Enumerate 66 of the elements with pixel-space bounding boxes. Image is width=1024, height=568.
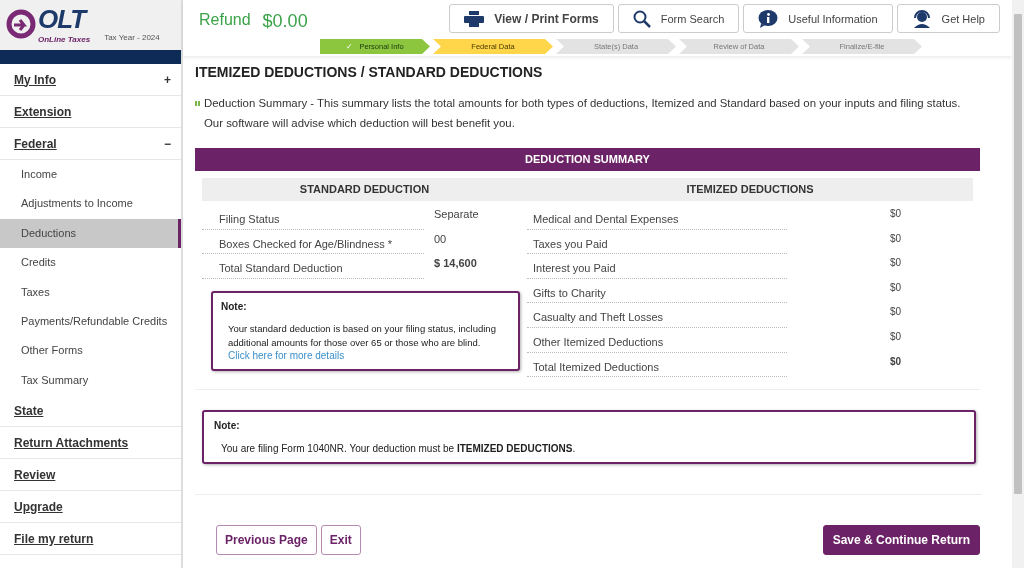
sidebar-section-link[interactable]: Upgrade <box>14 499 63 514</box>
sidebar-item[interactable]: Payments/Refundable Credits <box>0 306 181 337</box>
sidebar-section-link[interactable]: My Info <box>14 72 56 87</box>
toolbar-button[interactable]: Useful Information <box>743 4 893 33</box>
toggle-icon[interactable]: + <box>164 72 171 87</box>
sidebar-section-link[interactable]: File my return <box>14 531 94 546</box>
refund-label: Refund <box>199 11 251 30</box>
toolbar-button[interactable]: Form Search <box>617 4 740 33</box>
row-label: Interest you Paid <box>527 254 787 279</box>
refund-amount: $0.00 <box>262 11 308 32</box>
sidebar-item[interactable]: Taxes <box>0 277 181 307</box>
row-value: 00 <box>433 231 447 247</box>
row-value: $0 <box>889 305 902 320</box>
note-text: Your standard deduction is based on your filing status, including additional amounts for those over 65 or those who are blind. <box>228 321 497 350</box>
sidebar-section-link[interactable]: Extension <box>14 104 72 119</box>
row-label: Gifts to Charity <box>527 278 787 304</box>
row-value: Separate <box>433 207 479 222</box>
section-header-bar: DEDUCTION SUMMARY <box>195 148 980 171</box>
row-label: Total Itemized Deductions <box>527 352 787 378</box>
row-label: Total Standard Deduction <box>202 254 424 279</box>
toolbar-button[interactable]: Get Help <box>896 4 1000 33</box>
row-value: $0 <box>889 354 902 369</box>
row-label: Other Itemized Deductions <box>527 327 787 353</box>
sidebar-item[interactable]: Deductions <box>0 218 181 249</box>
nav-button[interactable]: Exit <box>320 524 361 555</box>
bullet-icon <box>195 101 200 106</box>
tax-year: Tax Year - 2024 <box>104 33 160 42</box>
printer-icon <box>464 10 485 27</box>
row-value: $0 <box>889 231 902 246</box>
logo-tagline: OnLine Taxes <box>38 35 91 44</box>
info-icon <box>758 9 779 28</box>
sidebar-item[interactable]: Tax Summary <box>0 365 181 396</box>
sidebar-item[interactable]: Credits <box>0 248 181 278</box>
toggle-icon[interactable]: − <box>164 136 171 151</box>
sidebar-section-link[interactable]: Review <box>14 467 56 482</box>
row-label: Casualty and Theft Losses <box>527 303 787 328</box>
headset-person-icon <box>911 9 932 28</box>
save-continue-button[interactable]: Save & Continue Return <box>822 524 980 555</box>
sidebar-item[interactable]: Income <box>0 160 181 190</box>
sidebar-item[interactable]: Adjustments to Income <box>0 189 181 219</box>
details-link[interactable]: Click here for more details <box>228 349 345 361</box>
logo-name: OLT <box>38 4 89 35</box>
row-value: $0 <box>889 207 902 221</box>
sidebar-section-link[interactable]: Return Attachments <box>14 435 129 450</box>
search-icon <box>632 9 651 28</box>
note-text: You are filing Form 1040NR. Your deduction must be ITEMIZED DEDUCTIONS. <box>221 442 577 454</box>
column-header: STANDARD DEDUCTION <box>202 178 527 201</box>
row-value: $0 <box>889 256 902 271</box>
description-text: Deduction Summary - This summary lists the total amounts for both types of deductions, Itemized and Standard based on your inputs and filing status. Our software will advise which deduction will best benefit you. <box>204 96 962 131</box>
row-value: $0 <box>889 329 902 344</box>
row-label: Filing Status <box>202 205 424 230</box>
scrollbar[interactable] <box>1012 0 1024 568</box>
note-title: Note: <box>221 300 248 312</box>
row-value: $0 <box>889 280 902 295</box>
row-label: Medical and Dental Expenses <box>527 205 787 230</box>
sidebar-section-link[interactable]: Federal <box>14 136 57 151</box>
nav-button[interactable]: Previous Page <box>216 524 317 555</box>
row-label: Boxes Checked for Age/Blindness * <box>202 229 424 255</box>
toolbar-button[interactable]: View / Print Forms <box>449 4 614 33</box>
row-value: $ 14,600 <box>433 256 477 272</box>
note-title: Note: <box>214 419 241 431</box>
column-header: ITEMIZED DEDUCTIONS <box>527 178 973 201</box>
sidebar-section-link[interactable]: State <box>14 403 44 418</box>
sidebar-item[interactable]: Other Forms <box>0 336 181 366</box>
row-label: Taxes you Paid <box>527 229 787 255</box>
page-title: ITEMIZED DEDUCTIONS / STANDARD DEDUCTIONS <box>195 64 544 80</box>
